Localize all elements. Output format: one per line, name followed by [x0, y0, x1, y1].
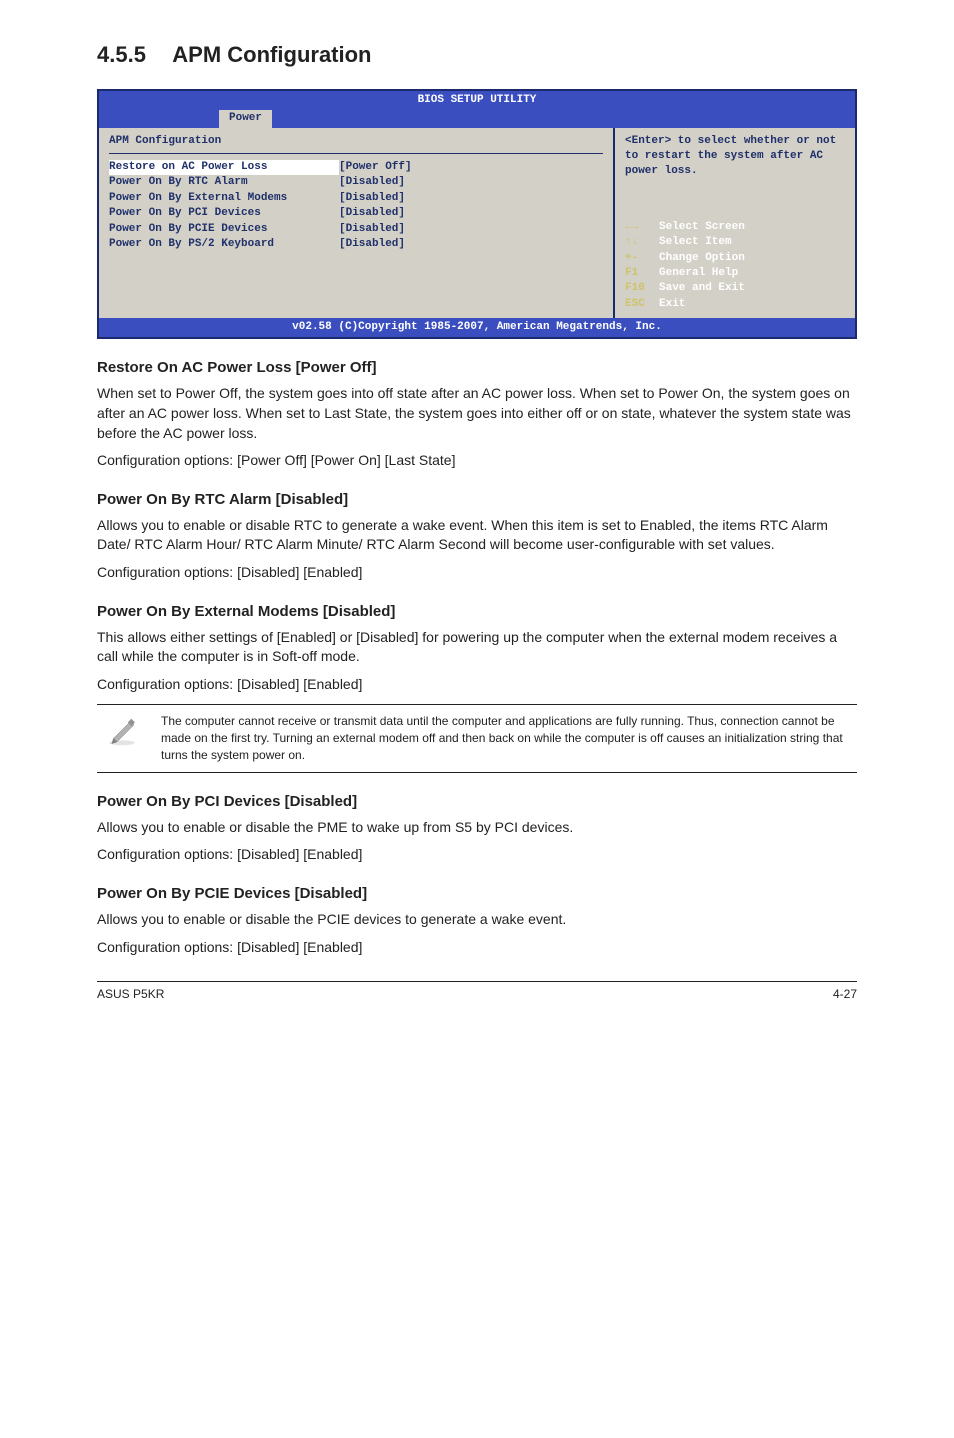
bios-option-key: Power On By External Modems: [109, 191, 339, 206]
bios-tab-power: Power: [219, 110, 272, 127]
legend-label: Save and Exit: [659, 282, 745, 294]
bios-option-val: [Disabled]: [339, 206, 405, 221]
legend-label: Exit: [659, 298, 685, 310]
bios-legend: ←→Select Screen ↑↓Select Item +-Change O…: [625, 220, 845, 312]
bios-option-row: Power On By PS/2 Keyboard [Disabled]: [109, 237, 603, 252]
bios-screenshot: BIOS SETUP UTILITY Power APM Configurati…: [97, 89, 857, 340]
subsection-heading: Power On By External Modems [Disabled]: [97, 601, 857, 622]
bios-left-pane: APM Configuration Restore on AC Power Lo…: [99, 128, 615, 319]
bios-option-val: [Disabled]: [339, 222, 405, 237]
bios-option-key: Power On By PCIE Devices: [109, 222, 339, 237]
pencil-icon: [97, 713, 147, 763]
note-text: The computer cannot receive or transmit …: [161, 713, 857, 763]
subsection-heading: Power On By PCI Devices [Disabled]: [97, 791, 857, 812]
config-options: Configuration options: [Disabled] [Enabl…: [97, 563, 857, 583]
bios-option-val: [Power Off]: [339, 160, 412, 175]
bios-option-key: Power On By PS/2 Keyboard: [109, 237, 339, 252]
paragraph: Allows you to enable or disable the PME …: [97, 818, 857, 838]
legend-sym: +-: [625, 251, 659, 266]
legend-sym: F1: [625, 266, 659, 281]
bios-option-val: [Disabled]: [339, 237, 405, 252]
bios-option-val: [Disabled]: [339, 175, 405, 190]
bios-option-val: [Disabled]: [339, 191, 405, 206]
footer-right: 4-27: [833, 986, 857, 1003]
legend-sym: ↑↓: [625, 235, 659, 250]
bios-tab-row: Power: [99, 110, 855, 127]
section-number: 4.5.5: [97, 40, 167, 71]
bios-option-key: Power On By RTC Alarm: [109, 175, 339, 190]
config-options: Configuration options: [Disabled] [Enabl…: [97, 938, 857, 958]
note-block: The computer cannot receive or transmit …: [97, 704, 857, 772]
bios-option-row: Power On By PCI Devices [Disabled]: [109, 206, 603, 221]
bios-footer: v02.58 (C)Copyright 1985-2007, American …: [99, 318, 855, 337]
section-heading: 4.5.5 APM Configuration: [97, 40, 857, 71]
legend-label: General Help: [659, 267, 738, 279]
bios-option-row: Restore on AC Power Loss [Power Off]: [109, 160, 603, 175]
legend-sym: F10: [625, 281, 659, 296]
paragraph: Allows you to enable or disable the PCIE…: [97, 910, 857, 930]
subsection-heading: Power On By RTC Alarm [Disabled]: [97, 489, 857, 510]
legend-sym: ESC: [625, 297, 659, 312]
config-options: Configuration options: [Disabled] [Enabl…: [97, 845, 857, 865]
legend-sym: ←→: [625, 220, 659, 235]
footer-left: ASUS P5KR: [97, 986, 164, 1003]
config-options: Configuration options: [Disabled] [Enabl…: [97, 675, 857, 695]
paragraph: Allows you to enable or disable RTC to g…: [97, 516, 857, 555]
bios-option-row: Power On By PCIE Devices [Disabled]: [109, 222, 603, 237]
config-options: Configuration options: [Power Off] [Powe…: [97, 451, 857, 471]
legend-label: Select Screen: [659, 221, 745, 233]
legend-label: Select Item: [659, 236, 732, 248]
bios-title: BIOS SETUP UTILITY: [99, 91, 855, 110]
bios-section-title: APM Configuration: [109, 134, 603, 149]
section-title: APM Configuration: [172, 42, 371, 67]
bios-help-text: <Enter> to select whether or not to rest…: [625, 134, 845, 180]
subsection-heading: Power On By PCIE Devices [Disabled]: [97, 883, 857, 904]
bios-option-row: Power On By External Modems [Disabled]: [109, 191, 603, 206]
divider: [109, 153, 603, 154]
bios-option-key: Restore on AC Power Loss: [109, 160, 339, 175]
subsection-heading: Restore On AC Power Loss [Power Off]: [97, 357, 857, 378]
legend-label: Change Option: [659, 252, 745, 264]
page-footer: ASUS P5KR 4-27: [97, 981, 857, 1003]
bios-right-pane: <Enter> to select whether or not to rest…: [615, 128, 855, 319]
paragraph: When set to Power Off, the system goes i…: [97, 384, 857, 443]
bios-option-row: Power On By RTC Alarm [Disabled]: [109, 175, 603, 190]
bios-option-key: Power On By PCI Devices: [109, 206, 339, 221]
paragraph: This allows either settings of [Enabled]…: [97, 628, 857, 667]
